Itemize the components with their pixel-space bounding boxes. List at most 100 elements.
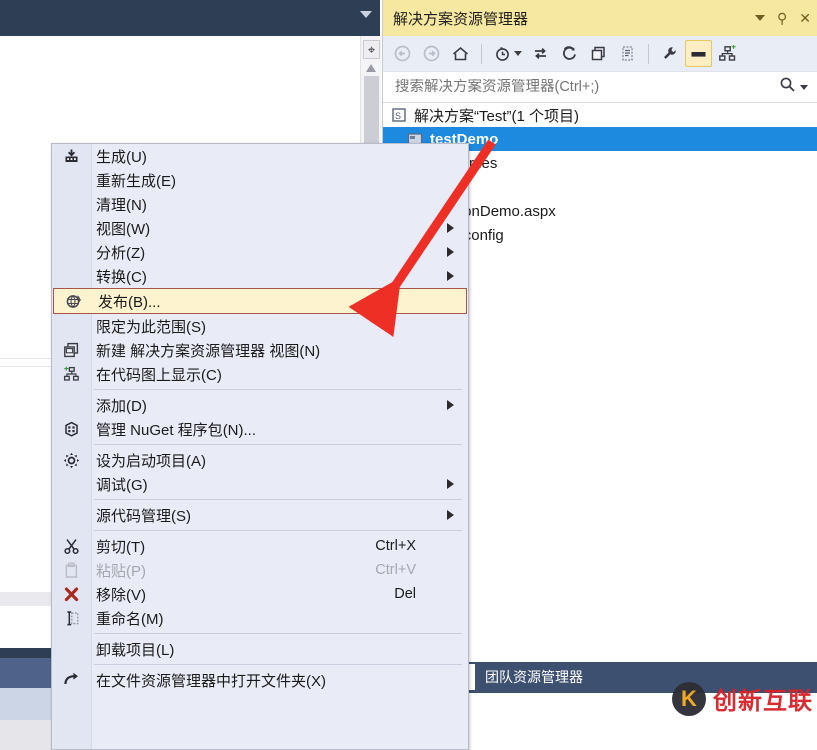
menu-item[interactable]: 添加(D)	[52, 393, 468, 417]
cut-icon	[60, 537, 82, 555]
publish-icon	[62, 292, 84, 310]
submenu-arrow-icon	[447, 510, 454, 520]
remove-icon	[60, 585, 82, 603]
submenu-arrow-icon	[447, 271, 454, 281]
pin-icon[interactable]: ⚲	[777, 11, 787, 25]
menu-item[interactable]: 在文件资源管理器中打开文件夹(X)	[52, 668, 468, 692]
properties-wrench-icon[interactable]	[656, 40, 683, 67]
submenu-arrow-icon	[447, 247, 454, 257]
svg-text:S: S	[395, 111, 401, 121]
menu-item[interactable]: 移除(V) Del	[52, 582, 468, 606]
toolbar-separator	[648, 43, 649, 64]
menu-item[interactable]: 卸载项目(L)	[52, 637, 468, 661]
menu-item[interactable]: 发布(B)...	[53, 288, 467, 314]
menu-item-label: 粘贴(P)	[96, 562, 146, 580]
menu-item-label: 剪切(T)	[96, 538, 146, 556]
menu-item-label: 清理(N)	[96, 196, 147, 214]
menu-item-shortcut: Ctrl+V	[375, 562, 416, 578]
sync-with-active-document-icon[interactable]	[527, 40, 554, 67]
back-icon[interactable]	[389, 40, 416, 67]
solution-explorer-titlebar: 解决方案资源管理器 ⚲ ✕	[383, 0, 817, 36]
pending-changes-icon[interactable]	[489, 40, 516, 67]
split-view-button[interactable]: ⌖	[363, 40, 380, 59]
home-icon[interactable]	[447, 40, 474, 67]
watermark-text: 创新互联	[713, 688, 813, 715]
menu-item[interactable]: 剪切(T) Ctrl+X	[52, 534, 468, 558]
menu-item[interactable]: 设为启动项目(A)	[52, 448, 468, 472]
watermark-logo-icon: K	[672, 681, 706, 716]
menu-item[interactable]: 视图(W)	[52, 216, 468, 240]
refresh-icon[interactable]	[556, 40, 583, 67]
app-root: ⌖ 解决方案资源管理器 ⚲ ✕ 搜索解决方案资源管理器(Ctrl+;) S 解决…	[0, 0, 817, 750]
search-input[interactable]	[383, 79, 779, 95]
menu-item[interactable]: 重命名(M)	[52, 606, 468, 630]
tree-item-solution[interactable]: S 解决方案“Test”(1 个项目)	[383, 103, 817, 127]
menu-item-label: 生成(U)	[96, 148, 147, 166]
menu-separator	[52, 527, 468, 534]
menu-item-label: 重新生成(E)	[96, 172, 176, 190]
collapse-all-icon[interactable]	[585, 40, 612, 67]
scroll-up-arrow-icon[interactable]	[366, 64, 376, 72]
menu-item[interactable]: 在代码图上显示(C)	[52, 362, 468, 386]
context-menu-items: 生成(U) 重新生成(E) 清理(N) 视图(W) 分析(Z) 转换(C) 发布(B)...…	[52, 144, 468, 692]
rename-icon	[60, 609, 82, 627]
menu-item[interactable]: 转换(C)	[52, 264, 468, 288]
menu-separator	[52, 630, 468, 637]
menu-item-label: 卸载项目(L)	[96, 641, 175, 659]
menu-item: 粘贴(P) Ctrl+V	[52, 558, 468, 582]
menu-separator	[52, 441, 468, 448]
code-map-icon	[60, 365, 82, 383]
menu-item[interactable]: 生成(U)	[52, 144, 468, 168]
project-context-menu[interactable]: 生成(U) 重新生成(E) 清理(N) 视图(W) 分析(Z) 转换(C) 发布(B)...…	[51, 143, 469, 750]
menu-item-label: 重命名(M)	[96, 610, 164, 628]
submenu-arrow-icon	[447, 223, 454, 233]
solution-explorer-search[interactable]	[383, 72, 817, 103]
menu-item-shortcut: Ctrl+X	[375, 538, 416, 554]
submenu-arrow-icon	[447, 400, 454, 410]
menu-item-label: 在文件资源管理器中打开文件夹(X)	[96, 672, 326, 690]
menu-item-label: 移除(V)	[96, 586, 146, 604]
menu-item[interactable]: 新建 解决方案资源管理器 视图(N)	[52, 338, 468, 362]
menu-item[interactable]: 调试(G)	[52, 472, 468, 496]
open-folder-icon	[60, 671, 82, 689]
preview-selected-items-icon[interactable]	[685, 40, 712, 67]
menu-item-label: 视图(W)	[96, 220, 151, 238]
tab-team-explorer[interactable]: 团队资源管理器	[475, 664, 593, 690]
new-view-icon	[60, 341, 82, 359]
tree-item-label: 解决方案“Test”(1 个项目)	[414, 107, 580, 125]
show-all-files-icon[interactable]	[614, 40, 641, 67]
panel-window-controls: ⚲ ✕	[755, 0, 811, 36]
menu-item-label: 发布(B)...	[98, 293, 161, 311]
watermark: K 创新互联	[672, 681, 813, 716]
menu-item-shortcut: Del	[394, 586, 416, 602]
menu-item[interactable]: 限定为此范围(S)	[52, 314, 468, 338]
toolbar-separator	[481, 43, 482, 64]
chevron-down-icon[interactable]	[755, 15, 765, 21]
search-icon[interactable]	[779, 76, 796, 98]
chevron-down-icon[interactable]	[360, 11, 372, 18]
chevron-down-icon[interactable]	[800, 84, 808, 90]
menu-item[interactable]: 分析(Z)	[52, 240, 468, 264]
solution-icon: S	[389, 107, 409, 123]
close-icon[interactable]: ✕	[799, 11, 811, 25]
chevron-down-icon[interactable]	[514, 51, 522, 56]
menu-item[interactable]: 重新生成(E)	[52, 168, 468, 192]
forward-icon[interactable]	[418, 40, 445, 67]
menu-item-label: 设为启动项目(A)	[96, 452, 206, 470]
menu-item-label: 分析(Z)	[96, 244, 146, 262]
tab-label: 团队资源管理器	[485, 669, 583, 685]
menu-separator	[52, 496, 468, 503]
menu-item-label: 调试(G)	[96, 476, 148, 494]
panel-title: 解决方案资源管理器	[393, 10, 529, 28]
view-class-diagram-icon[interactable]	[714, 40, 741, 67]
watermark-mark-letter: K	[681, 685, 697, 711]
menu-item[interactable]: 源代码管理(S)	[52, 503, 468, 527]
menu-item-label: 新建 解决方案资源管理器 视图(N)	[96, 342, 321, 360]
menu-item[interactable]: 管理 NuGet 程序包(N)...	[52, 417, 468, 441]
solution-explorer-toolbar	[383, 36, 817, 72]
nuget-icon	[60, 420, 82, 438]
paste-icon	[60, 561, 82, 579]
menu-item-label: 管理 NuGet 程序包(N)...	[96, 421, 257, 439]
submenu-arrow-icon	[447, 479, 454, 489]
menu-item[interactable]: 清理(N)	[52, 192, 468, 216]
